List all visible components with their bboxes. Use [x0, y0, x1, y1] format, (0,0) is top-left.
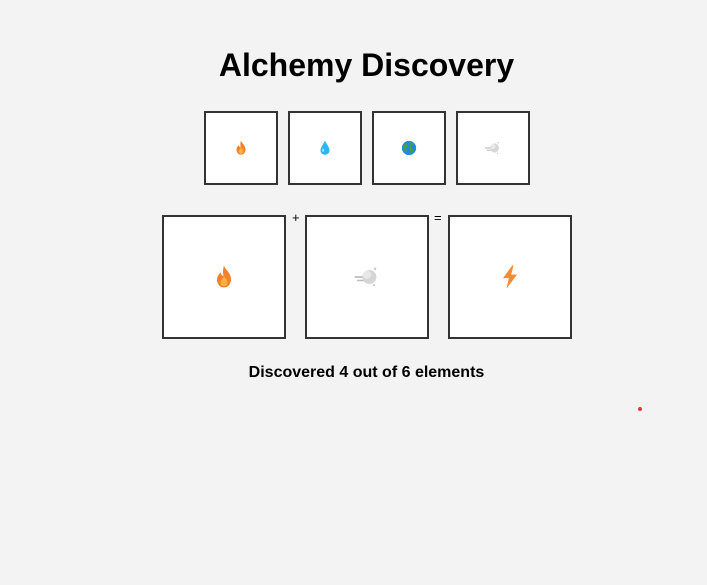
- game-title: Alchemy Discovery: [218, 47, 515, 83]
- craft-result-slot[interactable]: [448, 215, 572, 339]
- earth-globe-icon: [401, 140, 417, 156]
- water-drop-icon: [320, 140, 330, 155]
- inventory-slot-water[interactable]: [288, 111, 362, 185]
- fire-icon: [217, 265, 231, 288]
- discovery-status: Discovered 4 out of 6 elements: [248, 364, 485, 381]
- equals-operator: =: [434, 210, 442, 225]
- inventory-slot-earth[interactable]: [372, 111, 446, 185]
- fire-icon: [236, 140, 246, 155]
- lightning-icon: [503, 265, 517, 289]
- plus-operator: +: [292, 210, 300, 225]
- craft-slot-2[interactable]: [305, 215, 429, 339]
- air-cloud-icon: [354, 267, 377, 287]
- air-cloud-icon: [484, 142, 499, 154]
- inventory-slot-air[interactable]: [456, 111, 530, 185]
- red-dot-indicator: [638, 407, 642, 411]
- craft-slot-1[interactable]: [162, 215, 286, 339]
- inventory-slot-fire[interactable]: [204, 111, 278, 185]
